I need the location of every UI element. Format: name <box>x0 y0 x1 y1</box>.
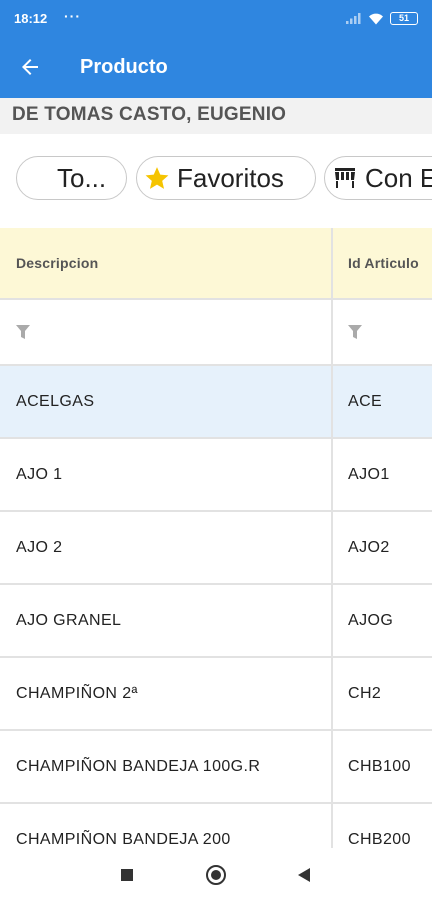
filter-chips: To... Favoritos Con E <box>0 134 432 228</box>
cell-descripcion: ACELGAS <box>16 392 95 410</box>
status-bar: 18:12 ··· 51 <box>0 0 432 36</box>
table-row[interactable]: AJO 1 AJO1 <box>0 439 432 512</box>
status-time: 18:12 <box>14 11 48 26</box>
chip-todos[interactable]: To... <box>16 156 127 200</box>
battery-icon: 51 <box>390 11 418 25</box>
notification-dots-icon: ··· <box>64 8 81 24</box>
table-header: Descripcion Id Articulo <box>0 228 432 300</box>
column-header-descripcion[interactable]: Descripcion <box>0 228 332 298</box>
star-icon <box>143 164 171 192</box>
page-title: Producto <box>80 56 168 78</box>
cell-id-articulo: AJOG <box>348 611 394 629</box>
product-grid: Descripcion Id Articulo ACELGAS ACE AJO 1A… <box>0 228 432 848</box>
battery-level: 51 <box>398 12 409 23</box>
filter-descripcion[interactable] <box>0 300 332 364</box>
cell-descripcion: AJO GRANEL <box>16 611 122 629</box>
table-row[interactable]: CHAMPIÑON BANDEJA 200 CHB200 <box>0 804 432 848</box>
cell-descripcion: AJO 1 <box>16 465 63 483</box>
home-icon[interactable] <box>206 865 226 885</box>
cell-descripcion: CHAMPIÑON BANDEJA 200 <box>16 830 231 848</box>
cell-id-articulo: CHB100 <box>348 757 411 775</box>
cell-id-articulo: AJO2 <box>348 538 390 556</box>
recents-icon[interactable] <box>121 869 133 881</box>
table-row[interactable]: AJO GRANEL AJOG <box>0 585 432 658</box>
filter-icon[interactable] <box>16 325 30 339</box>
chip-con[interactable]: Con E <box>324 156 432 200</box>
back-triangle-icon[interactable] <box>298 868 310 882</box>
chip-label: To... <box>57 162 107 193</box>
filter-icon[interactable] <box>348 325 362 339</box>
app-bar: Producto <box>0 36 432 98</box>
cell-id-articulo: AJO1 <box>348 465 390 483</box>
cell-id-articulo: CH2 <box>348 684 382 702</box>
table-row[interactable]: AJO 2 AJO2 <box>0 512 432 585</box>
cell-descripcion: CHAMPIÑON 2ª <box>16 684 138 702</box>
chip-favoritos[interactable]: Favoritos <box>136 156 316 200</box>
table-row[interactable]: ACELGAS ACE <box>0 366 432 439</box>
chip-label: Favoritos <box>177 162 284 193</box>
cell-id-articulo: ACE <box>348 392 383 410</box>
chip-label: Con E <box>365 162 432 193</box>
system-icons: 51 <box>346 11 418 25</box>
cell-descripcion: CHAMPIÑON BANDEJA 100G.R <box>16 757 261 775</box>
signal-icon <box>346 13 361 24</box>
table-row[interactable]: CHAMPIÑON BANDEJA 100G.R CHB100 <box>0 731 432 804</box>
table-row[interactable]: CHAMPIÑON 2ª CH2 <box>0 658 432 731</box>
filter-row <box>0 300 432 366</box>
filter-id-articulo[interactable] <box>333 300 432 364</box>
column-header-id-articulo[interactable]: Id Articulo <box>333 228 432 298</box>
cell-id-articulo: CHB200 <box>348 830 411 848</box>
customer-name: DE TOMAS CASTO, EUGENIO <box>12 104 287 125</box>
system-navigation-bar <box>0 848 432 900</box>
arrow-left-icon[interactable] <box>18 55 42 79</box>
awning-store-icon <box>331 164 359 192</box>
cell-descripcion: AJO 2 <box>16 538 63 556</box>
wifi-icon <box>369 13 383 24</box>
customer-banner: DE TOMAS CASTO, EUGENIO <box>0 98 432 134</box>
